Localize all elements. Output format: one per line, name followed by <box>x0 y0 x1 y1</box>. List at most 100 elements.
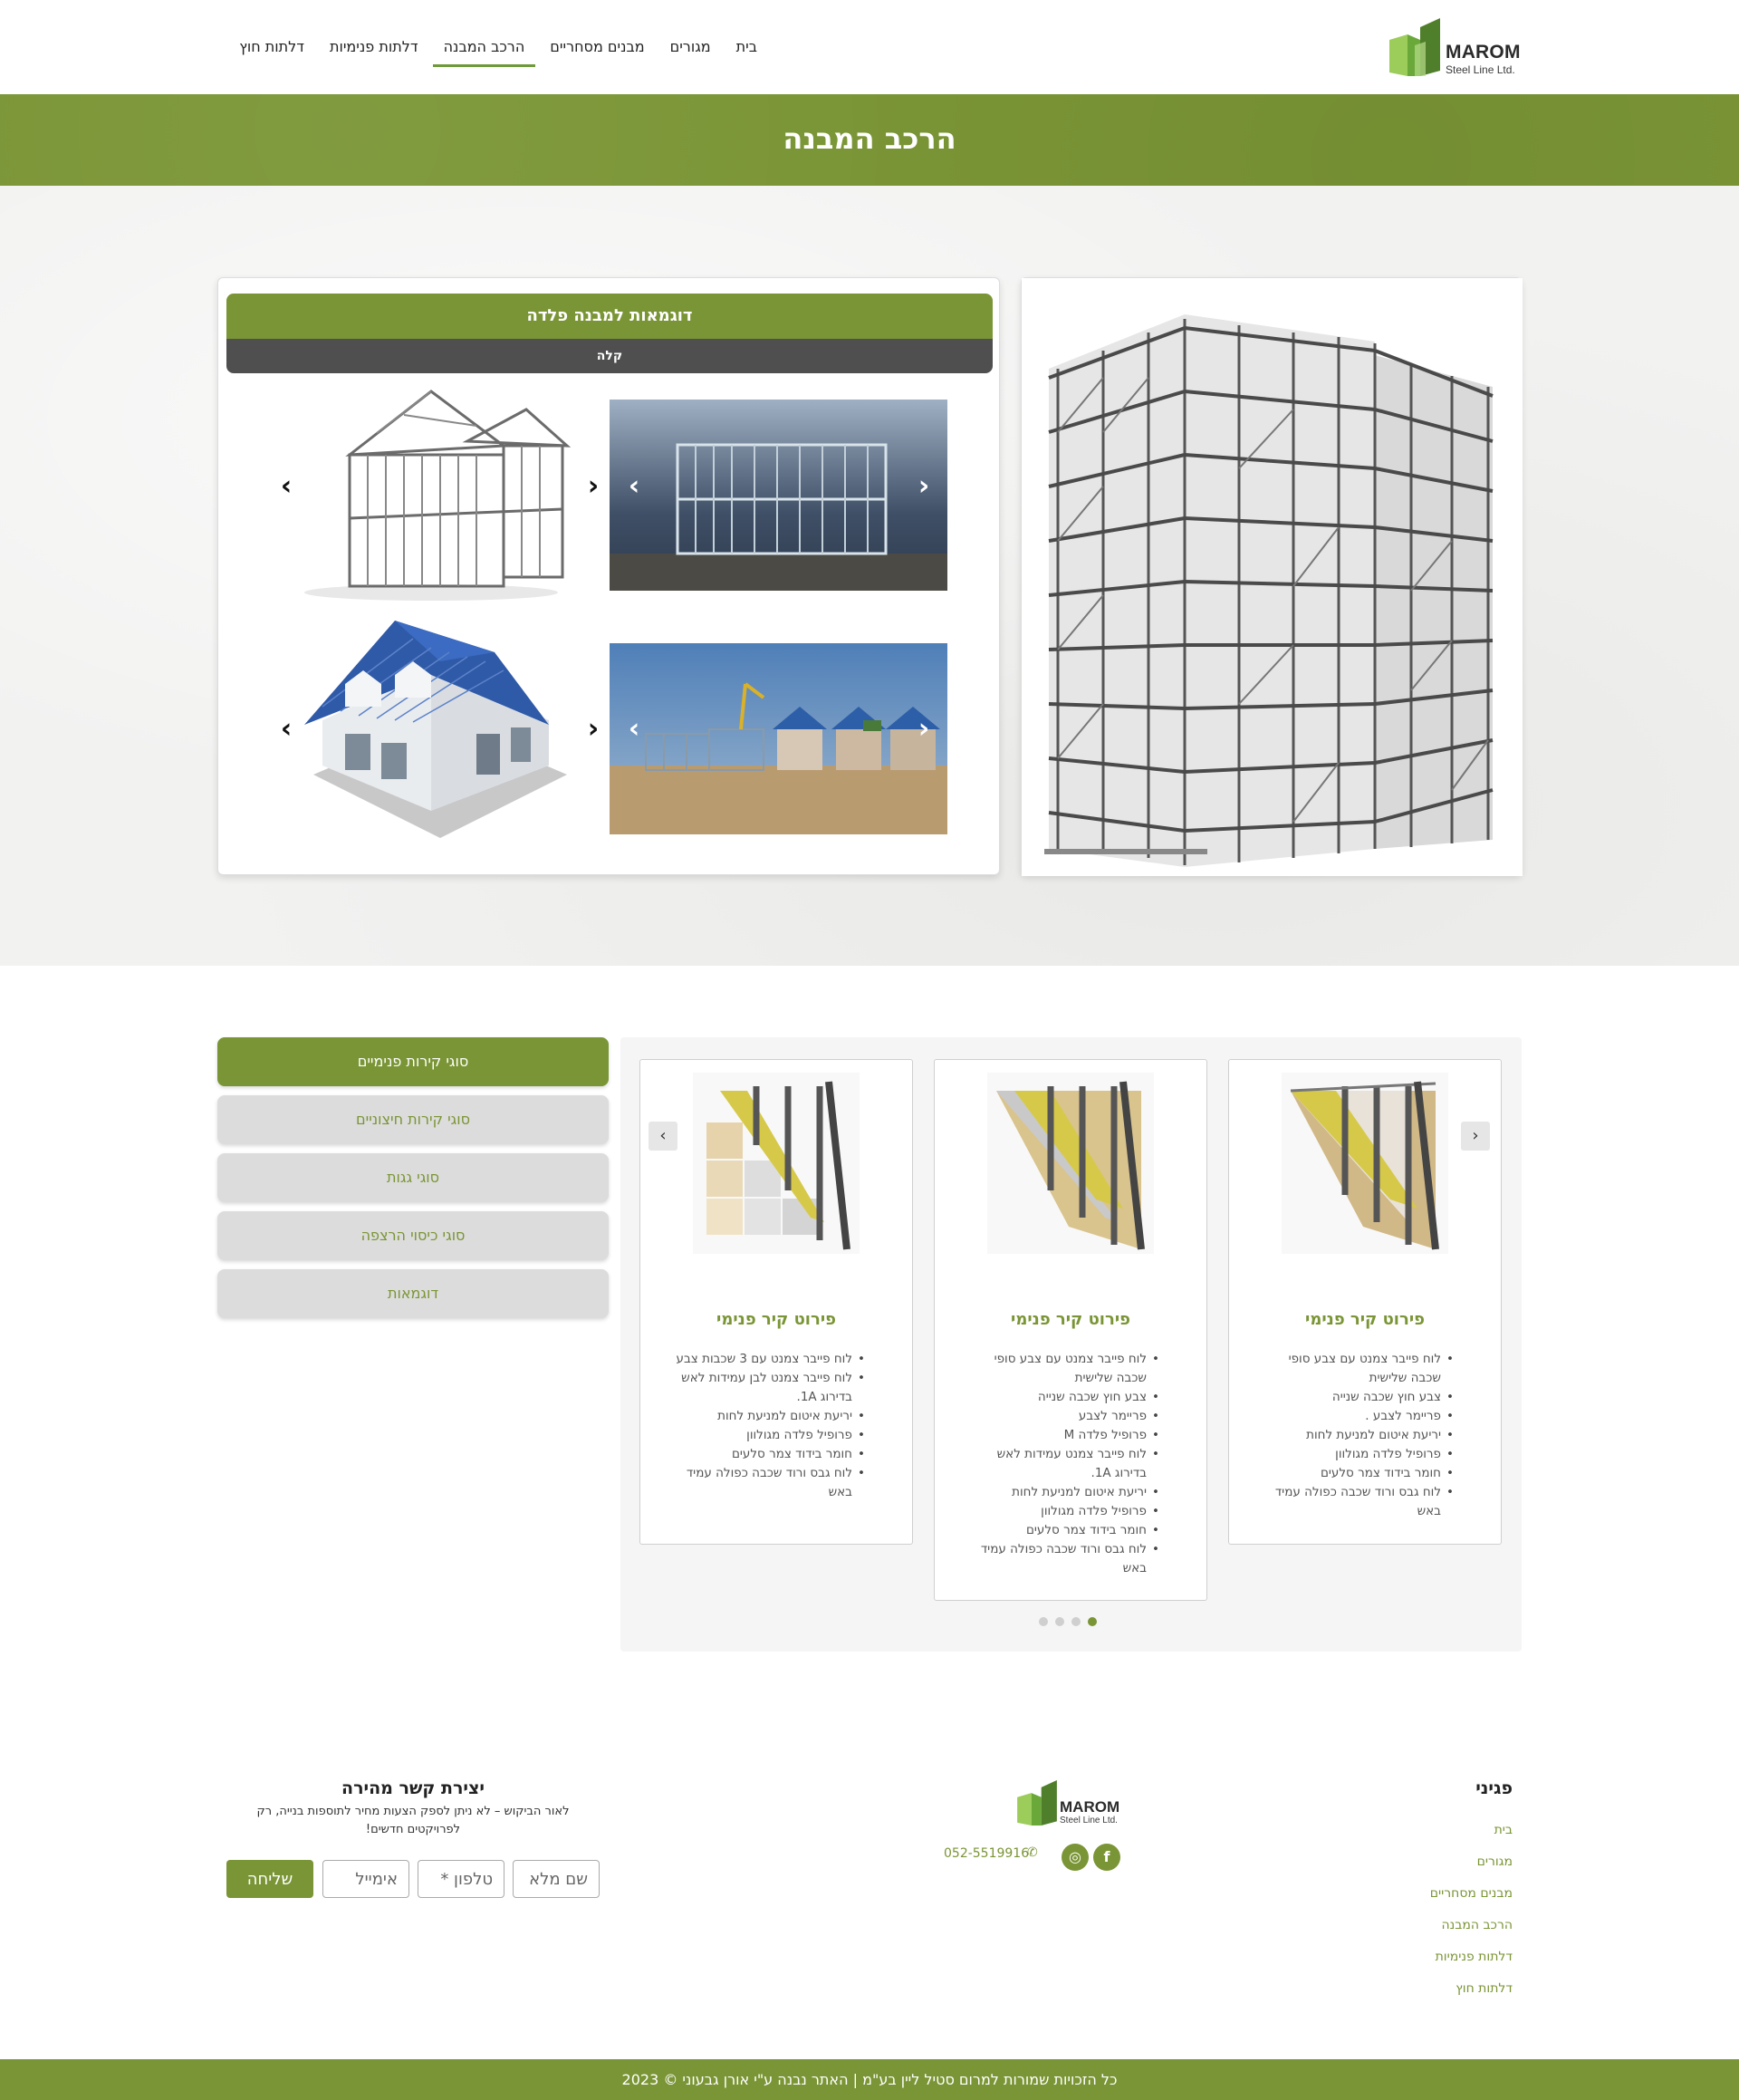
steel-frame-tower-image <box>1022 278 1523 876</box>
wall-layer-item: חומר בידוד צמר סלעים <box>669 1445 865 1464</box>
wall-layer-item: לוח גבס ורוד שכבה כפולה עמיד באש <box>669 1464 865 1502</box>
main-nav: בית מגורים מבנים מסחריים הרכב המבנה דלתו… <box>226 34 770 67</box>
slider-prev-button[interactable]: ‹ <box>649 1122 677 1151</box>
building-image-card <box>1021 277 1523 876</box>
footer-logo-subtext: Steel Line Ltd. <box>1060 1816 1118 1825</box>
wall-layer-item: פרופיל פלדה מגולוון <box>1258 1445 1454 1464</box>
email-input[interactable] <box>322 1860 409 1898</box>
facebook-icon[interactable]: f <box>1093 1844 1120 1871</box>
wall-layer-item: צבע חוץ שכבה שנייה <box>1258 1388 1454 1407</box>
examples-title: דוגמאות למבנה פלדה <box>226 294 993 339</box>
wall-layer-item: פרופיל פלדה מגולוון <box>964 1502 1159 1521</box>
wall-layer-item: לוח גבס ורוד שכבה כפולה עמיד באש <box>964 1540 1159 1578</box>
quick-contact-title: יצירת קשר מהירה <box>341 1778 485 1798</box>
tab-roofs[interactable]: סוגי גגות <box>217 1153 609 1202</box>
wall-section-image <box>693 1073 860 1254</box>
wall-layers-list: לוח פייבר צמנט עם צבע סופי שכבה שלישית צ… <box>1258 1350 1454 1521</box>
wall-layer-item: יריעת איטום למניעת לחות <box>669 1407 865 1426</box>
footer-link-residential[interactable]: מגורים <box>1430 1851 1513 1883</box>
logo-subtext: Steel Line Ltd. <box>1446 63 1515 76</box>
logo-mark-icon <box>1389 18 1440 76</box>
footer-logo[interactable]: MAROM Steel Line Ltd. <box>1017 1780 1126 1825</box>
copyright-bar: 2023 © כל הזכויות שמורות למרום סטיל ליין… <box>0 2059 1739 2100</box>
wall-card-title: פירוט קיר פנימי <box>716 1310 836 1329</box>
examples-prev-arrow-1[interactable]: ‹ <box>276 473 296 500</box>
nav-item-exterior-doors[interactable]: דלתות חוץ <box>226 34 317 62</box>
footer-link-interior-doors[interactable]: דלתות פנימיות <box>1430 1946 1513 1978</box>
site-logo[interactable]: MAROM Steel Line Ltd. <box>1389 18 1525 78</box>
nav-item-interior-doors[interactable]: דלתות פנימיות <box>317 34 431 62</box>
houses-site-photo <box>610 643 947 834</box>
footer-link-commercial[interactable]: מבנים מסחריים <box>1430 1883 1513 1914</box>
wall-layer-item: חומר בידוד צמר סלעים <box>964 1521 1159 1540</box>
wall-layer-item: לוח גבס ורוד שכבה כפולה עמיד באש <box>1258 1483 1454 1521</box>
examples-prev-arrow-2[interactable]: ‹ <box>624 473 644 500</box>
examples-card: דוגמאות למבנה פלדה קלה ‹ › ‹ › ‹ › ‹ › <box>217 277 1000 875</box>
wall-card-title: פירוט קיר פנימי <box>1011 1310 1130 1329</box>
wall-section-image <box>987 1073 1154 1254</box>
page-title: הרכב המבנה <box>783 121 956 156</box>
wall-detail-card: פירוט קיר פנימי לוח פייבר צמנט עם צבע סו… <box>934 1059 1207 1601</box>
steel-frame-construction-photo <box>610 400 947 591</box>
logo-mark-icon <box>1017 1780 1057 1825</box>
wall-layer-item: פרופיל פלדה מגולוון <box>669 1426 865 1445</box>
wall-layers-list: לוח פייבר צמנט עם צבע סופי שכבה שלישית צ… <box>964 1350 1159 1578</box>
wall-detail-card: פירוט קיר פנימי לוח פייבר צמנט עם 3 שכבו… <box>639 1059 913 1545</box>
slider-dot[interactable] <box>1055 1617 1064 1626</box>
wall-layer-item: לוח פייבר צמנט עם 3 שכבות צבע <box>669 1350 865 1369</box>
wall-layer-item: חומר בידוד צמר סלעים <box>1258 1464 1454 1483</box>
examples-next-arrow-1[interactable]: › <box>583 473 603 500</box>
finished-house-image <box>295 621 576 856</box>
wall-layer-item: יריעת איטום למניעת לחות <box>1258 1426 1454 1445</box>
footer-pages-title: פגיני <box>1475 1778 1513 1798</box>
wall-layer-item: יריעת איטום למניעת לחות <box>964 1483 1159 1502</box>
site-header: בית מגורים מבנים מסחריים הרכב המבנה דלתו… <box>0 0 1739 94</box>
copyright-text: 2023 © כל הזכויות שמורות למרום סטיל ליין… <box>621 2071 1118 2088</box>
wall-layers-list: לוח פייבר צמנט עם 3 שכבות צבע לוח פייבר … <box>669 1350 865 1502</box>
examples-next-arrow-4[interactable]: › <box>914 716 934 743</box>
tab-interior-walls[interactable]: סוגי קירות פנימיים <box>217 1037 609 1086</box>
wall-layer-item: לוח פייבר צמנט עם צבע סופי שכבה שלישית <box>964 1350 1159 1388</box>
footer-link-home[interactable]: בית <box>1430 1819 1513 1851</box>
examples-next-arrow-2[interactable]: › <box>914 473 934 500</box>
slider-dot[interactable] <box>1071 1617 1081 1626</box>
wall-layer-item: פרופיל פלדה M <box>964 1426 1159 1445</box>
footer-link-exterior-doors[interactable]: דלתות חוץ <box>1430 1978 1513 2009</box>
tab-exterior-walls[interactable]: סוגי קירות חיצוניים <box>217 1095 609 1144</box>
tab-examples[interactable]: דוגמאות <box>217 1269 609 1318</box>
instagram-icon[interactable]: ◎ <box>1062 1844 1089 1871</box>
examples-subtitle: קלה <box>226 339 993 373</box>
name-input[interactable] <box>513 1860 600 1898</box>
wall-layer-item: פריימר לצבע . <box>1258 1407 1454 1426</box>
footer-logo-text: MAROM <box>1060 1798 1120 1816</box>
examples-next-arrow-3[interactable]: › <box>583 716 603 743</box>
quick-contact-text: לאור הביקוש – לא ניתן לספק הצעות מחיר לת… <box>256 1805 570 1836</box>
wall-layer-item: פריימר לצבע <box>964 1407 1159 1426</box>
phone-input[interactable] <box>418 1860 504 1898</box>
footer-links: בית מגורים מבנים מסחריים הרכב המבנה דלתו… <box>1430 1819 1513 2009</box>
slider-next-button[interactable]: › <box>1461 1122 1490 1151</box>
nav-item-commercial[interactable]: מבנים מסחריים <box>537 34 657 62</box>
wall-layer-item: צבע חוץ שכבה שנייה <box>964 1388 1159 1407</box>
wall-layer-item: לוח פייבר צמנט עם צבע סופי שכבה שלישית <box>1258 1350 1454 1388</box>
wall-layer-item: לוח פייבר צמנט עמידות לאש בדירוג 1A. <box>964 1445 1159 1483</box>
nav-item-home[interactable]: בית <box>724 34 770 62</box>
page-title-bar: הרכב המבנה <box>0 94 1739 186</box>
nav-item-structure[interactable]: הרכב המבנה <box>431 34 538 67</box>
wall-layer-item: לוח פייבר צמנט לבן עמידות לאש בדירוג 1A. <box>669 1369 865 1407</box>
steel-house-frame-image <box>295 382 576 604</box>
wall-details-slider: פירוט קיר פנימי לוח פייבר צמנט עם צבע סו… <box>620 1037 1522 1652</box>
footer-link-structure[interactable]: הרכב המבנה <box>1430 1914 1513 1946</box>
nav-item-residential[interactable]: מגורים <box>658 34 724 62</box>
logo-text: MAROM <box>1446 42 1521 63</box>
wall-card-title: פירוט קיר פנימי <box>1305 1310 1425 1329</box>
examples-prev-arrow-3[interactable]: ‹ <box>276 716 296 743</box>
wall-section-image <box>1282 1073 1448 1254</box>
slider-dot-active[interactable] <box>1088 1617 1097 1626</box>
footer-phone[interactable]: 052-5519916 <box>944 1846 1029 1861</box>
tab-floor-coverings[interactable]: סוגי כיסוי הרצפה <box>217 1211 609 1260</box>
examples-prev-arrow-4[interactable]: ‹ <box>624 716 644 743</box>
submit-button[interactable]: שליחה <box>226 1860 313 1898</box>
slider-dots <box>1039 1617 1097 1626</box>
slider-dot[interactable] <box>1039 1617 1048 1626</box>
